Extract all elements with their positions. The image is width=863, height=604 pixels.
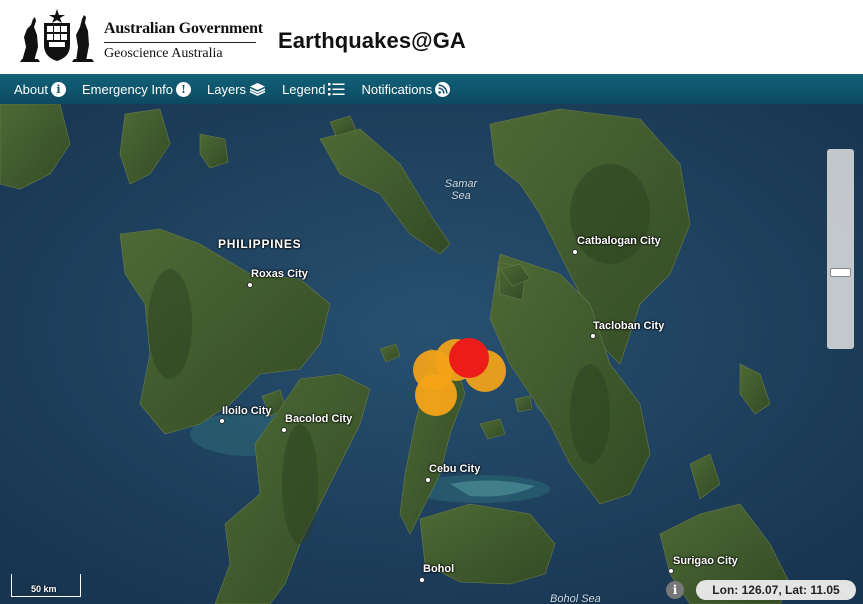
city-label-surigao: Surigao City xyxy=(673,555,738,567)
zoom-slider[interactable] xyxy=(827,149,854,349)
nav-legend-label: Legend xyxy=(282,81,326,97)
zoom-slider-handle[interactable] xyxy=(830,268,851,277)
attribution-info-icon[interactable]: i xyxy=(666,581,684,599)
city-label-iloilo: Iloilo City xyxy=(222,405,272,417)
city-marker-surigao xyxy=(668,568,674,574)
site-header: Australian Government Geoscience Austral… xyxy=(0,0,863,74)
nav-emergency-info[interactable]: Emergency Info ! xyxy=(81,81,192,97)
layers-icon xyxy=(249,82,266,96)
info-icon: i xyxy=(50,81,66,97)
app-title: Earthquakes@GA xyxy=(278,28,466,53)
government-name: Australian Government xyxy=(104,20,263,37)
rss-icon xyxy=(435,81,451,97)
scale-bar: 50 km xyxy=(11,574,81,597)
city-marker-catbalogan xyxy=(572,249,578,255)
map-view[interactable]: PHILIPPINES Samar Sea Bohol Sea Roxas Ci… xyxy=(0,104,863,604)
city-label-bohol: Bohol xyxy=(423,563,455,575)
list-icon xyxy=(328,82,345,96)
city-marker-bohol xyxy=(419,577,425,583)
agency-name: Geoscience Australia xyxy=(104,46,223,61)
sea-label-bohol: Bohol Sea xyxy=(550,593,601,604)
nav-about-label: About xyxy=(14,81,48,97)
earthquake-marker-latest[interactable] xyxy=(449,338,489,378)
city-label-cebu: Cebu City xyxy=(429,463,481,475)
cursor-coordinates: Lon: 126.07, Lat: 11.05 xyxy=(696,580,856,600)
earthquake-marker[interactable] xyxy=(415,374,457,416)
scale-bar-label: 50 km xyxy=(31,584,57,594)
government-branding: Australian Government Geoscience Austral… xyxy=(104,20,263,62)
exclamation-icon: ! xyxy=(176,81,192,97)
coat-of-arms-logo[interactable] xyxy=(16,7,98,67)
city-marker-cebu xyxy=(425,477,431,483)
nav-emergency-info-label: Emergency Info xyxy=(81,81,174,97)
nav-about[interactable]: About i xyxy=(14,81,66,97)
nav-notifications[interactable]: Notifications xyxy=(361,81,451,97)
nav-layers[interactable]: Layers xyxy=(207,82,266,97)
city-marker-bacolod xyxy=(281,427,287,433)
sea-label-samar-line1: Samar xyxy=(444,178,478,190)
sea-label-samar-line2: Sea xyxy=(451,190,471,202)
city-marker-tacloban xyxy=(590,333,596,339)
nav-notifications-label: Notifications xyxy=(361,81,433,97)
city-marker-roxas xyxy=(247,282,253,288)
city-label-catbalogan: Catbalogan City xyxy=(577,235,661,247)
sea-label-samar: Samar Sea xyxy=(441,178,481,202)
country-label: PHILIPPINES xyxy=(218,237,302,251)
nav-bar: About i Emergency Info ! Layers Legend N… xyxy=(0,74,863,104)
city-label-bacolod: Bacolod City xyxy=(285,413,353,425)
city-label-roxas: Roxas City xyxy=(251,268,308,280)
city-label-tacloban: Tacloban City xyxy=(593,320,665,332)
nav-layers-label: Layers xyxy=(207,81,247,97)
nav-legend[interactable]: Legend xyxy=(282,82,345,97)
branding-divider xyxy=(104,42,256,43)
city-marker-iloilo xyxy=(219,418,225,424)
